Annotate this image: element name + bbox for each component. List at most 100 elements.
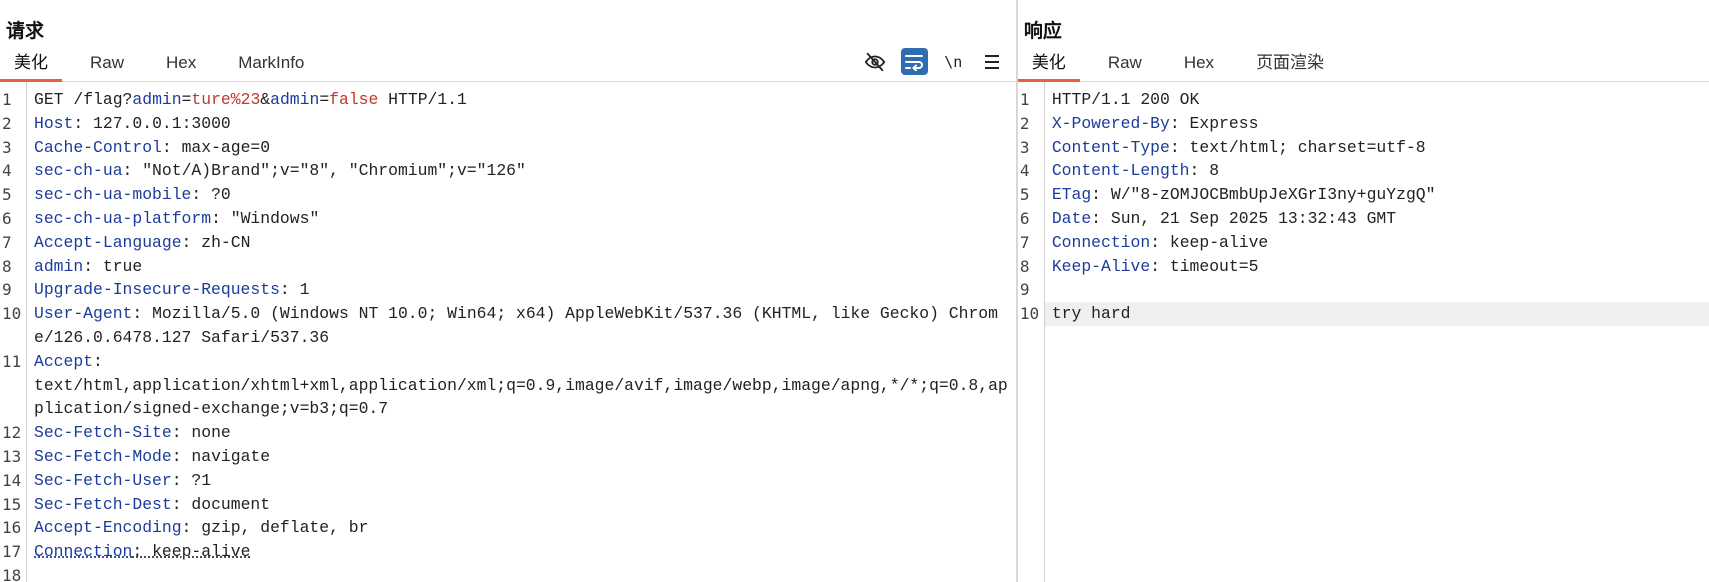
line-number: 10 [1019, 304, 1040, 324]
line-number: 11 [2, 351, 22, 371]
header-line: sec-ch-ua-mobile: ?0 [34, 185, 231, 205]
header-value: text/html,application/xhtml+xml,applicat… [34, 375, 1008, 419]
header-name: Connection [34, 542, 133, 562]
header-value: Express [1189, 113, 1259, 133]
header-value: true [102, 256, 143, 276]
line-number: 5 [2, 185, 12, 205]
header-line: Sec-Fetch-Mode: navigate [34, 446, 271, 466]
header-name: X-Powered-By [1051, 113, 1170, 133]
line-number: 7 [2, 232, 12, 252]
line-number: 10 [2, 304, 22, 324]
query-equals: = [181, 90, 192, 109]
response-pane: 响应 美化 Raw Hex 页面渲染 1 2 3 4 5 6 7 8 9 10 … [1017, 0, 1709, 582]
request-line-numbers: 1 2 3 4 5 6 7 8 9 10 11 12 13 14 15 16 1… [0, 82, 27, 582]
request-tab-markinfo[interactable]: MarkInfo [224, 53, 318, 81]
header-value: "Windows" [230, 208, 320, 228]
empty-line [1045, 278, 1709, 302]
header-name: Date [1051, 208, 1092, 228]
request-tab-pretty[interactable]: 美化 [0, 48, 62, 82]
query-param-value: false [329, 90, 379, 109]
header-line: Connection: keep-alive [1051, 232, 1269, 252]
line-number: 9 [1019, 280, 1030, 300]
header-name: Accept-Encoding [34, 518, 182, 538]
header-value: max-age=0 [181, 137, 271, 157]
request-tabbar: 美化 Raw Hex MarkInfo \n [0, 44, 1016, 82]
request-title: 请求 [6, 21, 45, 42]
line-number: 3 [2, 137, 12, 157]
header-line: Host: 127.0.0.1:3000 [34, 113, 231, 133]
header-line: X-Powered-By: Express [1051, 113, 1259, 133]
header-value: Sun, 21 Sep 2025 13:32:43 GMT [1110, 208, 1397, 228]
header-name: admin [34, 256, 84, 276]
response-editor[interactable]: 1 2 3 4 5 6 7 8 9 10 HTTP/1.1 200 OK X-P… [1018, 82, 1709, 582]
header-name: Keep-Alive [1051, 256, 1151, 276]
newline-icon[interactable]: \n [940, 48, 967, 75]
word-wrap-icon[interactable] [900, 48, 928, 75]
response-tab-hex[interactable]: Hex [1170, 53, 1228, 81]
header-value: 1 [299, 280, 310, 300]
header-name: Accept-Language [34, 232, 182, 252]
header-name: ETag [1051, 185, 1092, 205]
header-value: keep-alive [1169, 232, 1269, 252]
header-name: Content-Type [1051, 137, 1170, 157]
line-number: 9 [2, 280, 12, 300]
line-number: 4 [1019, 161, 1030, 181]
header-name: Connection [1051, 232, 1151, 252]
response-title: 响应 [1023, 21, 1062, 42]
empty-line [27, 564, 1016, 582]
header-name: Sec-Fetch-Mode [34, 446, 172, 466]
line-number: 7 [1019, 232, 1030, 252]
header-value: ?1 [191, 470, 212, 490]
line-number: 8 [2, 256, 12, 276]
header-line: Sec-Fetch-Site: none [34, 423, 231, 443]
line-number: 1 [1019, 90, 1030, 109]
request-content[interactable]: GET /flag?admin=ture%23&admin=false HTTP… [27, 82, 1016, 582]
header-value: none [191, 423, 231, 443]
header-name: Content-Length [1051, 161, 1190, 181]
request-tab-hex[interactable]: Hex [152, 53, 210, 81]
header-value: 127.0.0.1:3000 [93, 113, 231, 133]
response-tabbar: 美化 Raw Hex 页面渲染 [1017, 44, 1709, 82]
header-line: User-Agent: Mozilla/5.0 (Windows NT 10.0… [34, 304, 998, 347]
request-tab-raw[interactable]: Raw [76, 53, 138, 81]
line-number: 3 [1019, 137, 1030, 157]
query-param-name: admin [132, 90, 182, 109]
query-equals: = [319, 90, 330, 109]
response-line-numbers: 1 2 3 4 5 6 7 8 9 10 [1018, 82, 1045, 582]
header-name: Sec-Fetch-User [34, 470, 172, 490]
line-number: 15 [2, 494, 22, 514]
response-tab-render[interactable]: 页面渲染 [1242, 48, 1338, 81]
line-number: 14 [2, 470, 22, 490]
header-line: Accept-Encoding: gzip, deflate, br [34, 518, 369, 538]
header-name: Accept [34, 351, 94, 371]
header-value: zh-CN [201, 232, 251, 252]
header-name: sec-ch-ua-mobile [34, 185, 192, 205]
menu-icon[interactable] [979, 48, 1006, 75]
query-separator: & [260, 90, 271, 109]
line-number: 2 [2, 113, 12, 133]
header-value: keep-alive [152, 542, 251, 562]
header-line: admin: true [34, 256, 143, 276]
eye-off-icon[interactable] [862, 48, 889, 75]
request-path: /flag? [73, 90, 133, 109]
line-number: 18 [2, 565, 22, 582]
request-method: GET [34, 90, 74, 109]
response-body: try hard [1044, 302, 1709, 326]
request-toolbar: \n [862, 48, 1006, 75]
response-content[interactable]: HTTP/1.1 200 OK X-Powered-By: Express Co… [1044, 82, 1709, 582]
response-tab-pretty[interactable]: 美化 [1017, 48, 1080, 82]
header-line: sec-ch-ua-platform: "Windows" [34, 208, 320, 228]
status-line: HTTP/1.1 200 OK [1051, 90, 1200, 109]
header-value: navigate [191, 446, 271, 466]
line-number: 17 [2, 542, 22, 562]
line-number: 2 [1019, 113, 1030, 133]
request-protocol: HTTP/1.1 [378, 90, 467, 109]
header-name: Sec-Fetch-Dest [34, 494, 172, 514]
request-editor[interactable]: 1 2 3 4 5 6 7 8 9 10 11 12 13 14 15 16 1… [0, 82, 1016, 582]
response-tab-raw[interactable]: Raw [1094, 53, 1156, 81]
line-number: 16 [2, 518, 22, 538]
header-value: gzip, deflate, br [201, 518, 369, 538]
header-value: Mozilla/5.0 (Windows NT 10.0; Win64; x64… [34, 304, 998, 347]
header-line: Accept: text/html,application/xhtml+xml,… [34, 351, 1008, 419]
header-line: Keep-Alive: timeout=5 [1051, 256, 1259, 276]
